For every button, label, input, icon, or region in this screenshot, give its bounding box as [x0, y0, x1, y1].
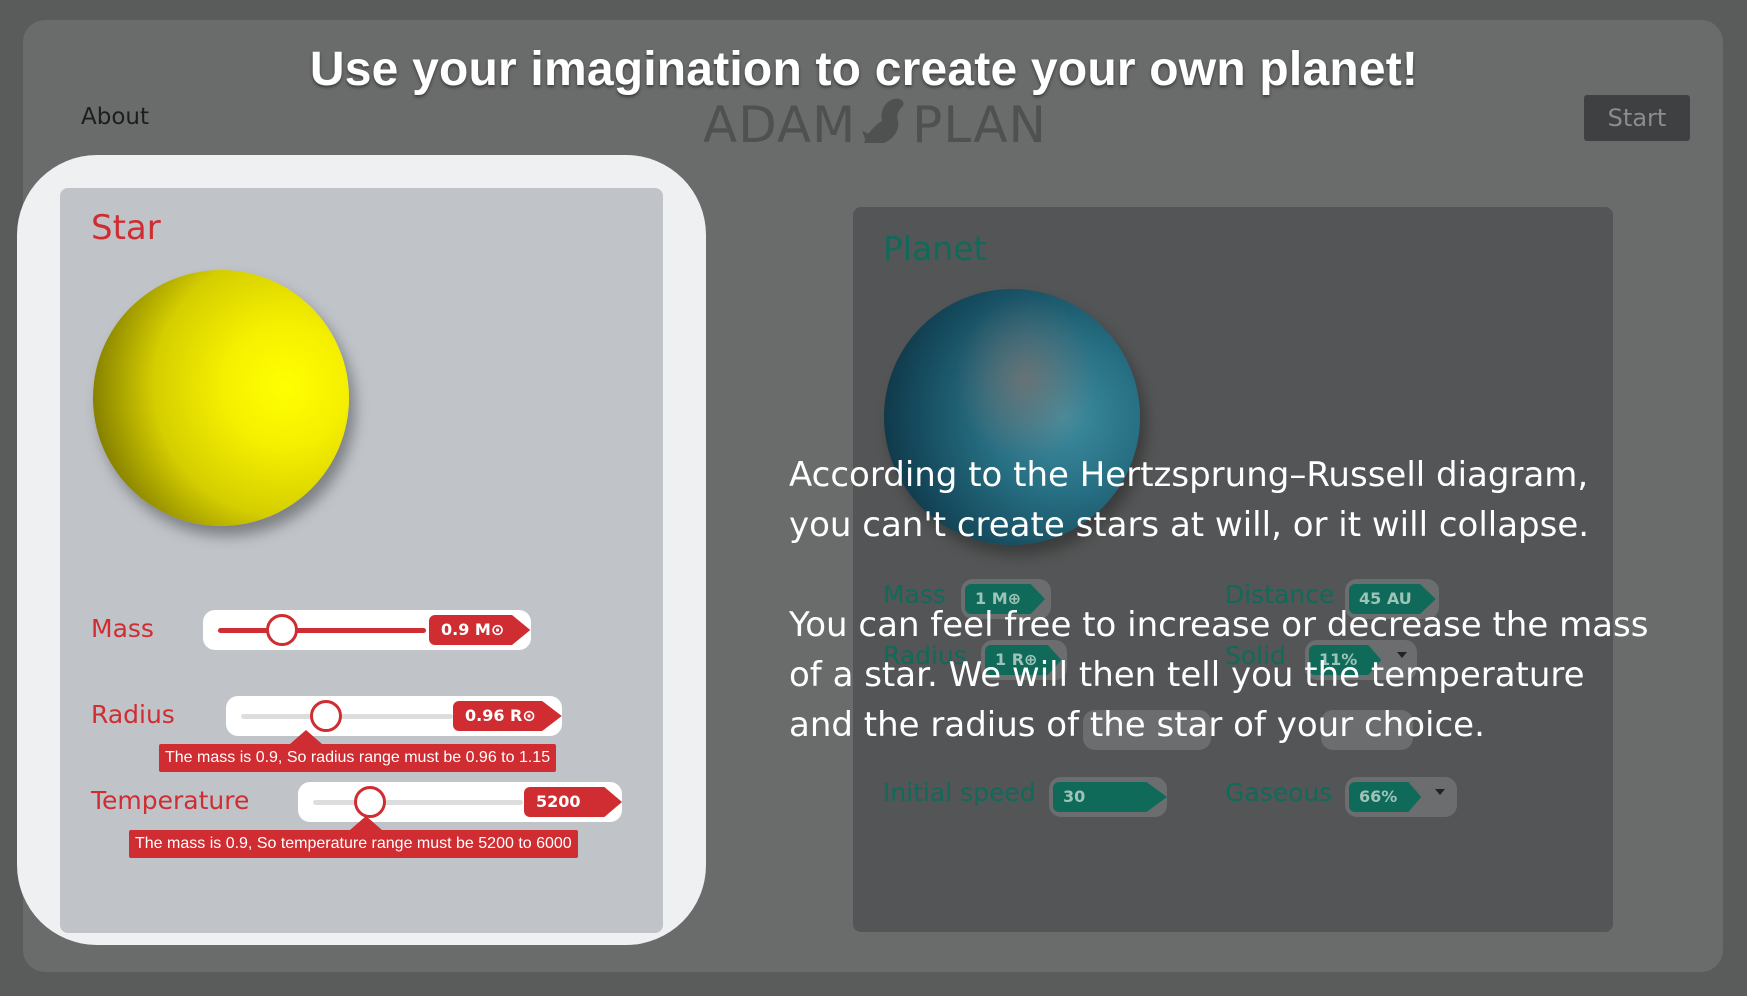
star-mass-thumb[interactable]	[266, 614, 299, 646]
star-radius-thumb[interactable]	[309, 700, 342, 732]
planet-gaseous-label: Gaseous	[1225, 778, 1333, 807]
tutorial-overlay-text: According to the Hertzsprung–Russell dia…	[789, 450, 1689, 750]
planet-initial-speed-label: Initial speed	[883, 778, 1036, 807]
overlay-line: According to the Hertzsprung–Russell dia…	[789, 455, 1589, 495]
logo-text-left: ADAM	[703, 96, 857, 154]
star-mass-label: Mass	[91, 614, 154, 643]
star-sphere	[93, 270, 349, 526]
star-radius-value: 0.96 R⊙	[453, 701, 562, 731]
star-radius-label: Radius	[91, 700, 175, 729]
planet-initial-speed-value: 30 Deg/H	[1053, 782, 1167, 812]
star-mass-slider[interactable]: 0.9 M⊙	[203, 610, 531, 650]
start-button[interactable]: Start	[1584, 95, 1690, 141]
overlay-line: you can't create stars at will, or it wi…	[789, 505, 1590, 545]
temperature-tooltip-arrow	[350, 816, 382, 830]
star-temperature-label: Temperature	[91, 786, 250, 815]
logo: ADAM PLAN	[703, 90, 1047, 160]
seal-icon	[858, 91, 910, 159]
star-panel-title: Star	[91, 208, 161, 248]
star-radius-slider[interactable]: 0.96 R⊙	[226, 696, 562, 736]
about-link[interactable]: About	[81, 104, 149, 130]
star-temperature-thumb[interactable]	[353, 786, 386, 818]
star-mass-value: 0.9 M⊙	[429, 615, 531, 645]
star-temperature-value: 5200 K	[524, 787, 622, 817]
tutorial-headline: Use your imagination to create your own …	[309, 43, 1419, 96]
chevron-down-icon	[1435, 789, 1445, 795]
star-temperature-slider[interactable]: 5200 K	[298, 782, 622, 822]
planet-panel-title: Planet	[883, 229, 987, 268]
planet-initial-speed-control[interactable]: 30 Deg/H	[1049, 777, 1167, 817]
star-panel: Star Mass 0.9 M⊙ Radius 0.96 R⊙ The mass…	[60, 188, 663, 933]
overlay-line: You can feel free to increase or decreas…	[789, 605, 1649, 645]
overlay-line: of a star. We will then tell you the tem…	[789, 655, 1585, 695]
planet-gaseous-value: 66%	[1349, 782, 1422, 812]
star-mass-fill	[218, 628, 426, 633]
overlay-line: and the radius of the star of your choic…	[789, 705, 1485, 745]
radius-range-tooltip: The mass is 0.9, So radius range must be…	[159, 744, 557, 772]
planet-gaseous-select[interactable]: 66%	[1345, 777, 1457, 817]
radius-tooltip-arrow	[290, 730, 322, 744]
temperature-range-tooltip: The mass is 0.9, So temperature range mu…	[129, 830, 578, 858]
logo-text-right: PLAN	[912, 96, 1047, 154]
